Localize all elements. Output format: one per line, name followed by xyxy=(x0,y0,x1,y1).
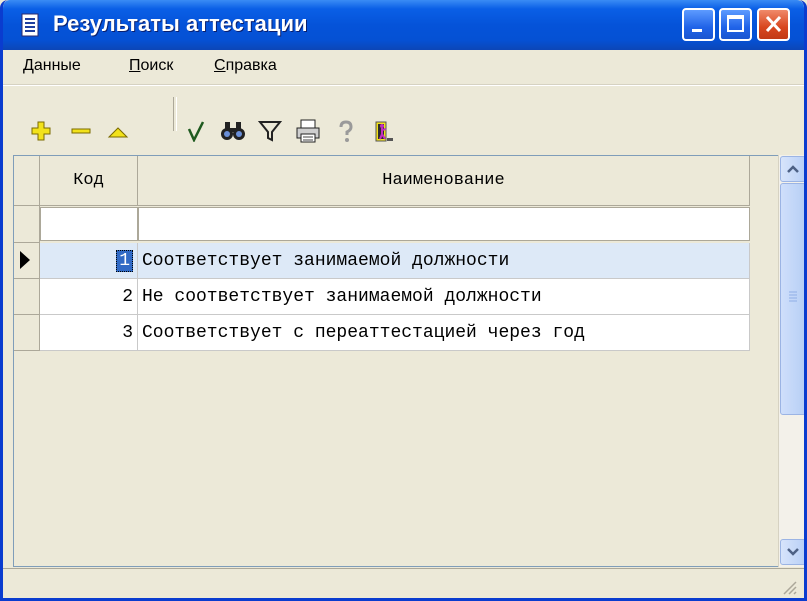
print-icon xyxy=(296,119,320,143)
chevron-up-icon xyxy=(787,165,799,173)
scroll-down-button[interactable] xyxy=(780,539,804,565)
window-title: Результаты аттестации xyxy=(53,11,308,36)
maximize-button[interactable] xyxy=(719,8,752,41)
minimize-icon xyxy=(692,29,702,32)
column-header-code[interactable]: Код xyxy=(40,156,138,206)
row-selector[interactable] xyxy=(14,243,40,279)
edit-button[interactable] xyxy=(103,116,133,146)
filter-name-field[interactable] xyxy=(138,207,750,241)
grid-corner xyxy=(14,156,40,206)
resize-grip-icon[interactable] xyxy=(780,578,798,596)
filter-icon xyxy=(258,121,282,142)
row-selector[interactable] xyxy=(14,279,40,315)
row-selector[interactable] xyxy=(14,315,40,351)
delete-icon xyxy=(71,128,91,134)
edit-icon xyxy=(107,127,129,138)
menu-help[interactable]: Справка xyxy=(214,57,277,75)
cell-code[interactable]: 3 xyxy=(40,315,138,351)
filter-code-field[interactable] xyxy=(40,207,138,241)
close-button[interactable] xyxy=(757,8,790,41)
data-grid[interactable]: Код Наименование 1 Соответствует занимае… xyxy=(13,155,779,567)
app-icon xyxy=(21,13,39,37)
app-window: Результаты аттестации Данные Поиск Справ… xyxy=(0,0,807,601)
maximize-icon xyxy=(727,15,744,32)
menu-search[interactable]: Поиск xyxy=(129,57,173,75)
title-bar[interactable]: Результаты аттестации xyxy=(3,0,804,50)
chevron-down-icon xyxy=(787,548,799,556)
delete-button[interactable] xyxy=(66,116,96,146)
toolbar-separator xyxy=(173,97,177,131)
help-icon xyxy=(339,120,353,142)
scroll-thumb[interactable] xyxy=(780,183,804,415)
cell-code[interactable]: 2 xyxy=(40,279,138,315)
menu-bar: Данные Поиск Справка xyxy=(3,50,804,85)
find-icon xyxy=(221,122,245,140)
vertical-scrollbar[interactable] xyxy=(778,155,804,567)
filter-row-indicator xyxy=(14,206,40,243)
filter-button[interactable] xyxy=(255,116,285,146)
find-button[interactable] xyxy=(218,116,248,146)
confirm-button[interactable] xyxy=(181,116,211,146)
confirm-icon xyxy=(187,121,205,142)
print-button[interactable] xyxy=(293,116,323,146)
status-bar xyxy=(3,568,804,598)
add-icon xyxy=(31,121,51,141)
add-button[interactable] xyxy=(26,116,56,146)
toolbar xyxy=(3,85,804,154)
close-icon xyxy=(765,15,782,33)
cell-name[interactable]: Не соответствует занимаемой должности xyxy=(138,279,750,315)
scroll-up-button[interactable] xyxy=(780,156,804,182)
exit-icon xyxy=(375,121,393,142)
cell-code[interactable]: 1 xyxy=(40,243,138,279)
column-header-name[interactable]: Наименование xyxy=(138,156,750,206)
help-button[interactable] xyxy=(331,116,361,146)
cell-name[interactable]: Соответствует занимаемой должности xyxy=(138,243,750,279)
grip-lines-icon xyxy=(789,291,797,302)
minimize-button[interactable] xyxy=(682,8,715,41)
menu-data[interactable]: Данные xyxy=(23,57,81,75)
cell-name[interactable]: Соответствует с переаттестацией через го… xyxy=(138,315,750,351)
exit-button[interactable] xyxy=(369,116,399,146)
current-row-arrow-icon xyxy=(20,251,30,269)
